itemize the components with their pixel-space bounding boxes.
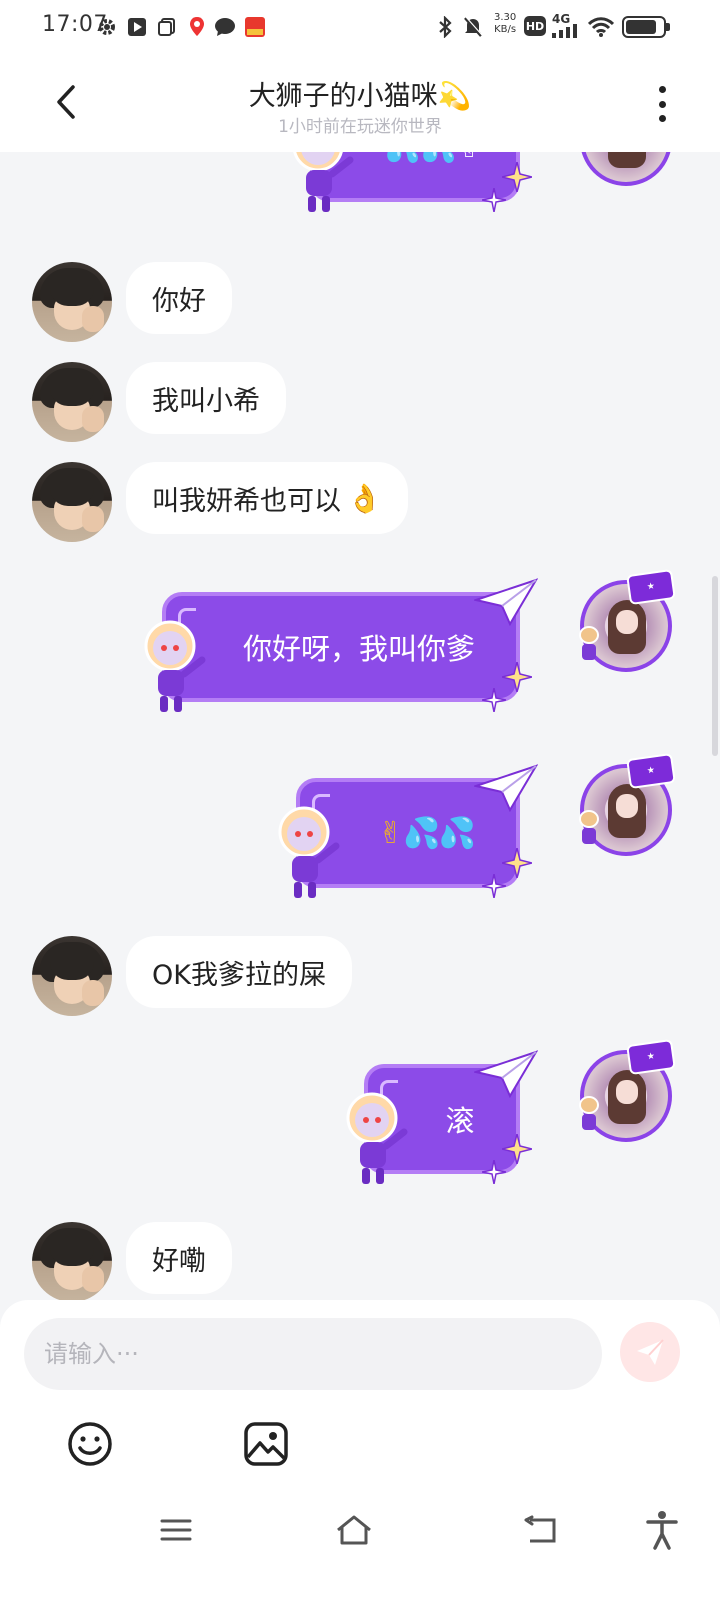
my-avatar[interactable]: [580, 152, 672, 186]
paper-plane-icon: [474, 1050, 538, 1098]
my-avatar[interactable]: ★: [579, 752, 676, 856]
back-nav-button[interactable]: [518, 1508, 562, 1552]
home-button[interactable]: [332, 1508, 376, 1552]
image-button[interactable]: [240, 1418, 292, 1470]
message-text: 好嘞: [152, 1245, 206, 1277]
message-list[interactable]: 💦💦✌ 你好 我叫小希 叫我妍希也可以 👌 你好呀，: [0, 152, 720, 1300]
hd-badge: HD: [524, 16, 546, 36]
battery-icon: [622, 16, 670, 38]
contact-avatar[interactable]: [32, 1222, 112, 1300]
astronaut-sticker-icon: [346, 1092, 408, 1184]
contact-avatar[interactable]: [32, 936, 112, 1016]
astronaut-sticker-icon: [144, 620, 206, 712]
message-text: 💦💦✌: [349, 152, 482, 165]
contact-status: 1小时前在玩迷你世界: [278, 117, 442, 137]
net-speed-value: 3.30: [494, 12, 517, 23]
accessibility-icon: [646, 1511, 678, 1550]
send-button[interactable]: [620, 1322, 680, 1382]
message-text: 你好: [152, 285, 206, 317]
copy-icon: [156, 16, 178, 38]
accessibility-button[interactable]: [640, 1508, 684, 1552]
message-bubble-received[interactable]: OK我爹拉的屎: [126, 936, 352, 1008]
paper-plane-icon: [474, 578, 538, 626]
sparkle-icon: [482, 1160, 506, 1184]
net-speed: 3.30 KB/s: [494, 12, 516, 36]
return-icon: [524, 1515, 556, 1543]
message-text: 滚: [445, 1104, 475, 1138]
message-emoji: ✌💦💦: [342, 815, 476, 851]
chat-header: 大狮子的小猫咪💫 1小时前在玩迷你世界: [0, 56, 720, 152]
sparkle-icon: [502, 1134, 532, 1164]
menu-button[interactable]: [154, 1508, 198, 1552]
contact-avatar[interactable]: [32, 462, 112, 542]
message-bubble-received[interactable]: 叫我妍希也可以 👌: [126, 462, 408, 534]
message-text: 你好呀，我叫你爹: [242, 632, 475, 666]
net-speed-unit: KB/s: [494, 24, 517, 35]
send-icon: [637, 1339, 664, 1365]
message-bubble-sent[interactable]: 💦💦✌: [293, 152, 532, 212]
gear-icon: [96, 16, 118, 38]
home-icon: [337, 1515, 371, 1545]
contact-name: 大狮子的小猫咪: [248, 81, 438, 112]
dizzy-emoji: 💫: [437, 81, 472, 112]
message-bubble-received[interactable]: 好嘞: [126, 1222, 232, 1294]
emoji-button[interactable]: [64, 1418, 116, 1470]
more-options-button[interactable]: [650, 82, 674, 126]
astronaut-sticker-icon: [278, 806, 340, 898]
message-input[interactable]: [24, 1318, 602, 1390]
sweat-drops-emoji: 💦💦: [403, 815, 476, 851]
menu-icon: [160, 1519, 192, 1541]
image-icon: [244, 1422, 288, 1466]
smiley-icon: [68, 1422, 112, 1466]
victory-emoji: ✌: [378, 815, 404, 851]
my-avatar[interactable]: ★: [579, 568, 676, 672]
message-text: 我叫小希: [152, 385, 260, 417]
sparkle-icon: [482, 874, 506, 898]
message-text: OK我爹拉的屎: [152, 959, 326, 991]
paper-plane-icon: [474, 764, 538, 812]
astronaut-sticker-icon: [293, 152, 354, 212]
message-bubble-received[interactable]: 我叫小希: [126, 362, 286, 434]
scrollbar[interactable]: [712, 576, 718, 756]
message-text: 叫我妍希也可以: [152, 485, 341, 517]
ok-hand-emoji: 👌: [347, 481, 382, 515]
message-bubble-sent[interactable]: 滚: [346, 1050, 538, 1184]
bluetooth-icon: [434, 16, 456, 38]
system-nav-bar: [0, 1492, 720, 1600]
my-avatar[interactable]: ★: [579, 1038, 676, 1142]
status-bar: 17:07 3.30 KB/s HD 4G: [0, 0, 720, 56]
app-badge-icon: [244, 16, 266, 38]
more-dot-icon: [658, 86, 666, 93]
chat-title: 大狮子的小猫咪💫: [0, 74, 720, 113]
sparkle-icon: [502, 662, 532, 692]
contact-avatar[interactable]: [32, 362, 112, 442]
message-bubble-received[interactable]: 你好: [126, 262, 232, 334]
more-dot-icon: [658, 100, 666, 108]
sparkle-icon: [502, 848, 532, 878]
avatar-badge-icon: ★: [626, 752, 676, 790]
more-dot-icon: [658, 115, 666, 122]
mute-icon: [462, 16, 484, 38]
avatar-badge-icon: ★: [626, 1038, 676, 1076]
location-pin-icon: [186, 16, 208, 38]
avatar-badge-icon: ★: [626, 568, 676, 606]
message-bubble-sent[interactable]: ✌💦💦: [278, 764, 538, 898]
chat-bubble-icon: [214, 16, 236, 38]
contact-avatar[interactable]: [32, 262, 112, 342]
sparkle-icon: [482, 188, 506, 212]
message-bubble-sent[interactable]: 你好呀，我叫你爹: [144, 578, 538, 712]
wifi-icon: [588, 16, 614, 38]
signal-icon: [552, 22, 582, 38]
sparkle-icon: [502, 162, 532, 192]
play-icon: [126, 16, 148, 38]
sparkle-icon: [482, 688, 506, 712]
